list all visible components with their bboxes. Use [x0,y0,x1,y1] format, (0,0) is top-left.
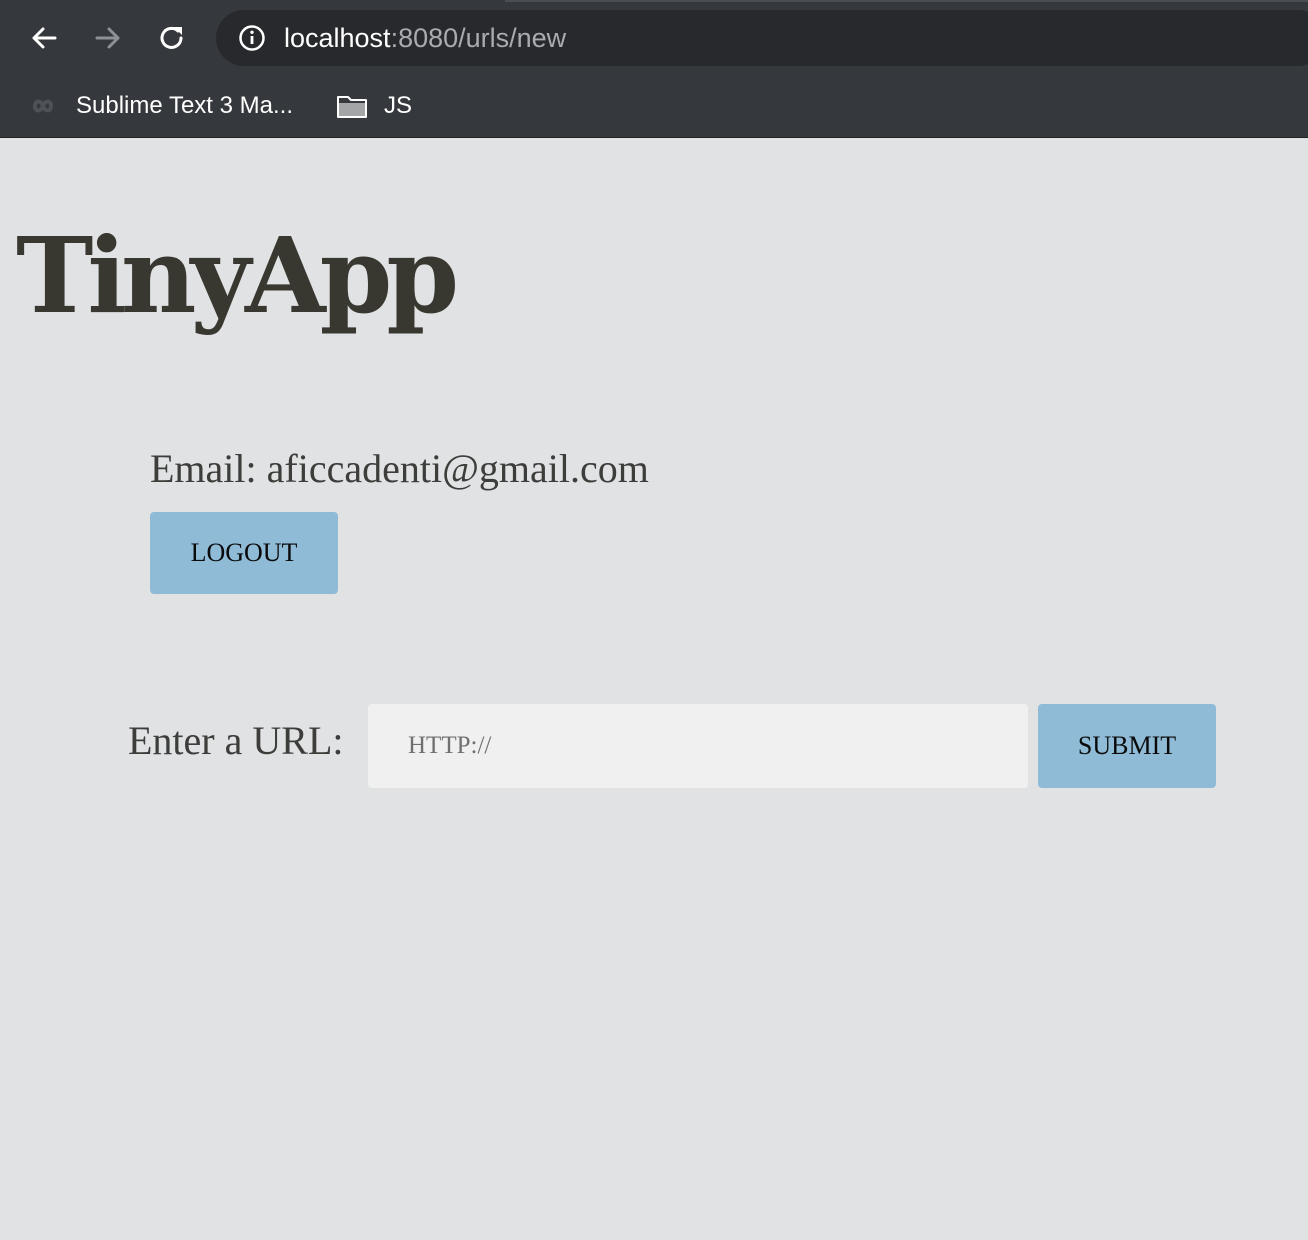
address-bar[interactable]: localhost:8080/urls/new [216,10,1308,66]
browser-toolbar: localhost:8080/urls/new [0,0,1308,76]
address-url[interactable]: localhost:8080/urls/new [284,20,566,56]
logout-button[interactable]: LOGOUT [150,512,338,594]
info-icon[interactable] [238,24,266,52]
bookmark-sublime[interactable]: Sublime Text 3 Ma... [26,86,293,126]
user-email: Email: aficcadenti@gmail.com [150,446,649,491]
page-title: TinyApp [16,214,459,337]
url-input[interactable] [368,704,1028,788]
url-field-label: Enter a URL: [128,718,344,763]
bookmark-js-folder[interactable]: JS [336,86,412,126]
bookmarks-bar: Sublime Text 3 Ma... JS [0,76,1308,138]
url-path: :8080/urls/new [390,23,567,53]
submit-button[interactable]: SUBMIT [1038,704,1216,788]
reload-icon [160,26,183,49]
tab-strip-edge [505,0,1308,2]
url-host: localhost [284,23,391,53]
forward-arrow-icon [95,27,120,49]
reload-button[interactable] [152,18,192,58]
folder-icon [337,96,367,118]
sublime-icon [32,99,54,113]
back-arrow-icon [32,27,57,49]
browser-chrome: localhost:8080/urls/new Sublime Text 3 M… [0,0,1308,138]
forward-button[interactable] [88,18,128,58]
bookmark-label: JS [384,92,413,119]
bookmark-label: Sublime Text 3 Ma... [76,92,293,119]
back-button[interactable] [24,18,64,58]
